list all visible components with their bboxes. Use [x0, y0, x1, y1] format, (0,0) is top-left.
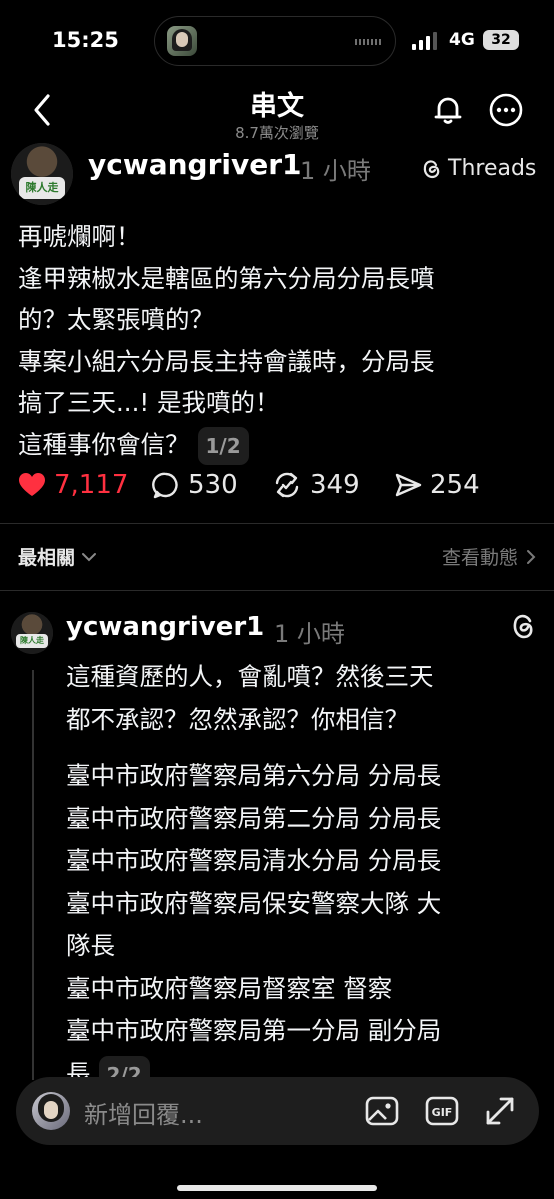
reply-composer[interactable]: 新增回覆... GIF [16, 1077, 539, 1145]
status-time: 15:25 [52, 28, 119, 52]
author-avatar[interactable]: 陳人走 [11, 143, 73, 205]
battery-icon: 32 [483, 30, 519, 50]
activity-label: 查看動態 [441, 547, 518, 569]
reply-line: 臺中市政府警察局督察室 督察 [66, 973, 393, 1003]
page-indicator: 1/2 [197, 426, 249, 465]
post-text: 再唬爛啊！ 逢甲辣椒水是轄區的第六分局分局長噴 的？太緊張噴的？ 專案小組六分局… [18, 216, 538, 465]
comment-button[interactable]: 530 [152, 470, 238, 500]
author-username[interactable]: ycwangriver1 [88, 148, 302, 181]
svg-text:GIF: GIF [432, 1106, 453, 1119]
reply-line: 臺中市政府警察局清水分局 分局長 [66, 846, 442, 875]
threads-link[interactable]: Threads [420, 154, 536, 182]
post-actions: 7,117 530 349 254 [18, 470, 538, 510]
page-title: 串文 [250, 91, 304, 122]
view-activity-link[interactable]: 查看動態 [442, 543, 536, 570]
like-button[interactable]: 7,117 [18, 470, 128, 500]
repost-button[interactable]: 349 [272, 470, 360, 500]
reply-line: 都不承認？忽然承認？你相信？ [66, 704, 409, 734]
reply-line: 這種資歷的人，會亂噴？然後三天 [66, 662, 434, 691]
reply-line: 隊長 [66, 931, 115, 960]
network-type: 4G [449, 30, 475, 50]
reply-line: 臺中市政府警察局第一分局 副分局 [66, 1016, 442, 1045]
reply-input[interactable]: 新增回覆... [84, 1095, 203, 1130]
post-time: 1 小時 [300, 157, 371, 185]
post-line: 再唬爛啊！ [18, 222, 141, 251]
reply-line: 臺中市政府警察局第二分局 分局長 [66, 803, 442, 833]
post-line: 的？太緊張噴的？ [18, 305, 214, 334]
divider [0, 523, 554, 524]
chevron-down-icon [82, 552, 97, 561]
threads-logo-icon [423, 160, 440, 179]
expand-icon[interactable] [482, 1093, 518, 1129]
signal-icon [412, 32, 438, 50]
gif-icon[interactable]: GIF [424, 1093, 460, 1129]
comment-icon [152, 472, 178, 499]
threads-logo-icon[interactable] [508, 610, 538, 640]
audio-wave-icon [355, 39, 383, 45]
chevron-right-icon [527, 549, 536, 564]
reply-line: 臺中市政府警察局保安警察大隊 大 [66, 888, 442, 918]
reply-line: 臺中市政府警察局第六分局 分局長 [66, 761, 442, 790]
post-line: 專案小組六分局長主持會議時，分局長 [18, 346, 435, 376]
more-options-icon[interactable] [488, 92, 524, 128]
comment-count: 530 [188, 470, 238, 500]
home-indicator[interactable] [177, 1185, 377, 1191]
sort-dropdown[interactable]: 最相關 [18, 543, 97, 570]
avatar-badge: 陳人走 [19, 177, 65, 199]
reply-text: 這種資歷的人，會亂噴？然後三天 都不承認？忽然承認？你相信？ 臺中市政府警察局第… [66, 656, 536, 1095]
status-bar: 15:25 4G 32 [0, 0, 554, 84]
divider [0, 590, 554, 591]
reply-author-avatar[interactable]: 陳人走 [11, 612, 53, 654]
repost-count: 349 [310, 470, 360, 500]
reply-time: 1 小時 [274, 620, 345, 648]
heart-icon [19, 473, 45, 496]
bell-icon[interactable] [430, 92, 466, 128]
dynamic-island[interactable] [154, 16, 396, 66]
my-avatar [32, 1092, 70, 1130]
thread-line [32, 670, 34, 1080]
like-count: 7,117 [54, 470, 129, 500]
avatar-badge: 陳人走 [16, 634, 48, 648]
reply-username[interactable]: ycwangriver1 [66, 612, 264, 642]
music-artwork-icon [167, 26, 197, 56]
share-button[interactable]: 254 [394, 470, 480, 500]
share-icon [395, 473, 422, 497]
post-line: 逢甲辣椒水是轄區的第六分局分局長噴 [18, 263, 435, 293]
post-line: 這種事你會信？ [18, 429, 190, 459]
repost-icon [275, 472, 299, 498]
post-line: 搞了三天...! 是我噴的！ [18, 388, 280, 417]
sort-label: 最相關 [18, 547, 76, 569]
view-count: 8.7萬次瀏覽 [235, 124, 319, 142]
threads-label: Threads [448, 155, 537, 181]
image-icon[interactable] [364, 1093, 400, 1129]
share-count: 254 [430, 470, 480, 500]
